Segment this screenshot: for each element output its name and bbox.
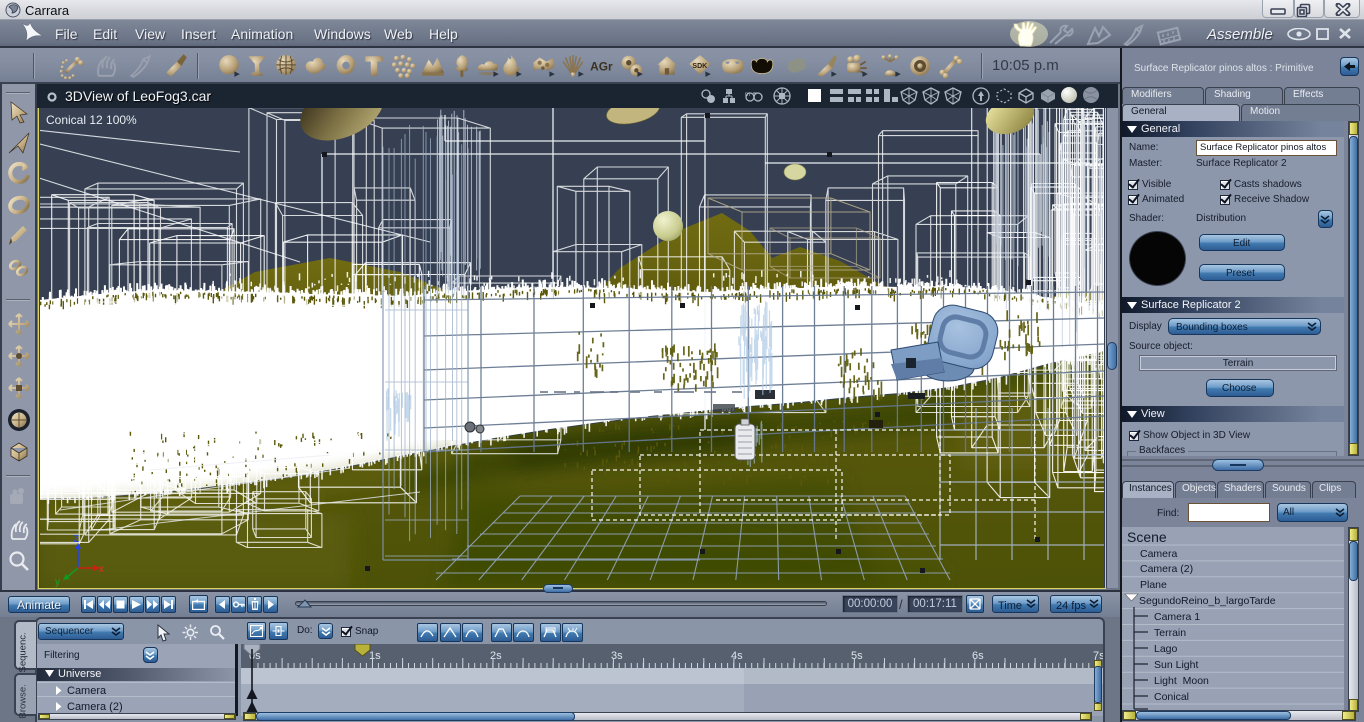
svg-text:y: y [55, 577, 60, 588]
svg-text:Camera: Camera [1140, 548, 1178, 560]
svg-text:Lago: Lago [1154, 643, 1178, 655]
svg-text:SegundoReino_b_largoTarde: SegundoReino_b_largoTarde [1139, 595, 1276, 607]
svg-text:Conical: Conical [1154, 691, 1189, 703]
svg-text:Terrain: Terrain [1154, 627, 1186, 639]
svg-text:4s: 4s [731, 650, 743, 662]
svg-text:Camera 1: Camera 1 [1154, 611, 1200, 623]
svg-text:5s: 5s [851, 650, 863, 662]
svg-text:AGr: AGr [590, 59, 613, 73]
svg-text:6s: 6s [972, 650, 984, 662]
svg-text:2s: 2s [490, 650, 502, 662]
svg-text:Conical 12 100%: Conical 12 100% [46, 113, 137, 127]
svg-text:Light Moon: Light Moon [1154, 675, 1209, 687]
svg-text:Plane: Plane [1140, 579, 1167, 591]
svg-text:x: x [99, 564, 104, 575]
svg-text:Scene: Scene [1127, 529, 1167, 545]
svg-text:Camera (2): Camera (2) [1140, 563, 1193, 575]
svg-text:1s: 1s [369, 650, 381, 662]
svg-text:Z: Z [73, 534, 79, 545]
svg-text:m: m [745, 92, 750, 98]
svg-text:SDK: SDK [692, 63, 708, 70]
svg-text:3s: 3s [611, 650, 623, 662]
svg-text:Sun Light: Sun Light [1154, 659, 1198, 671]
